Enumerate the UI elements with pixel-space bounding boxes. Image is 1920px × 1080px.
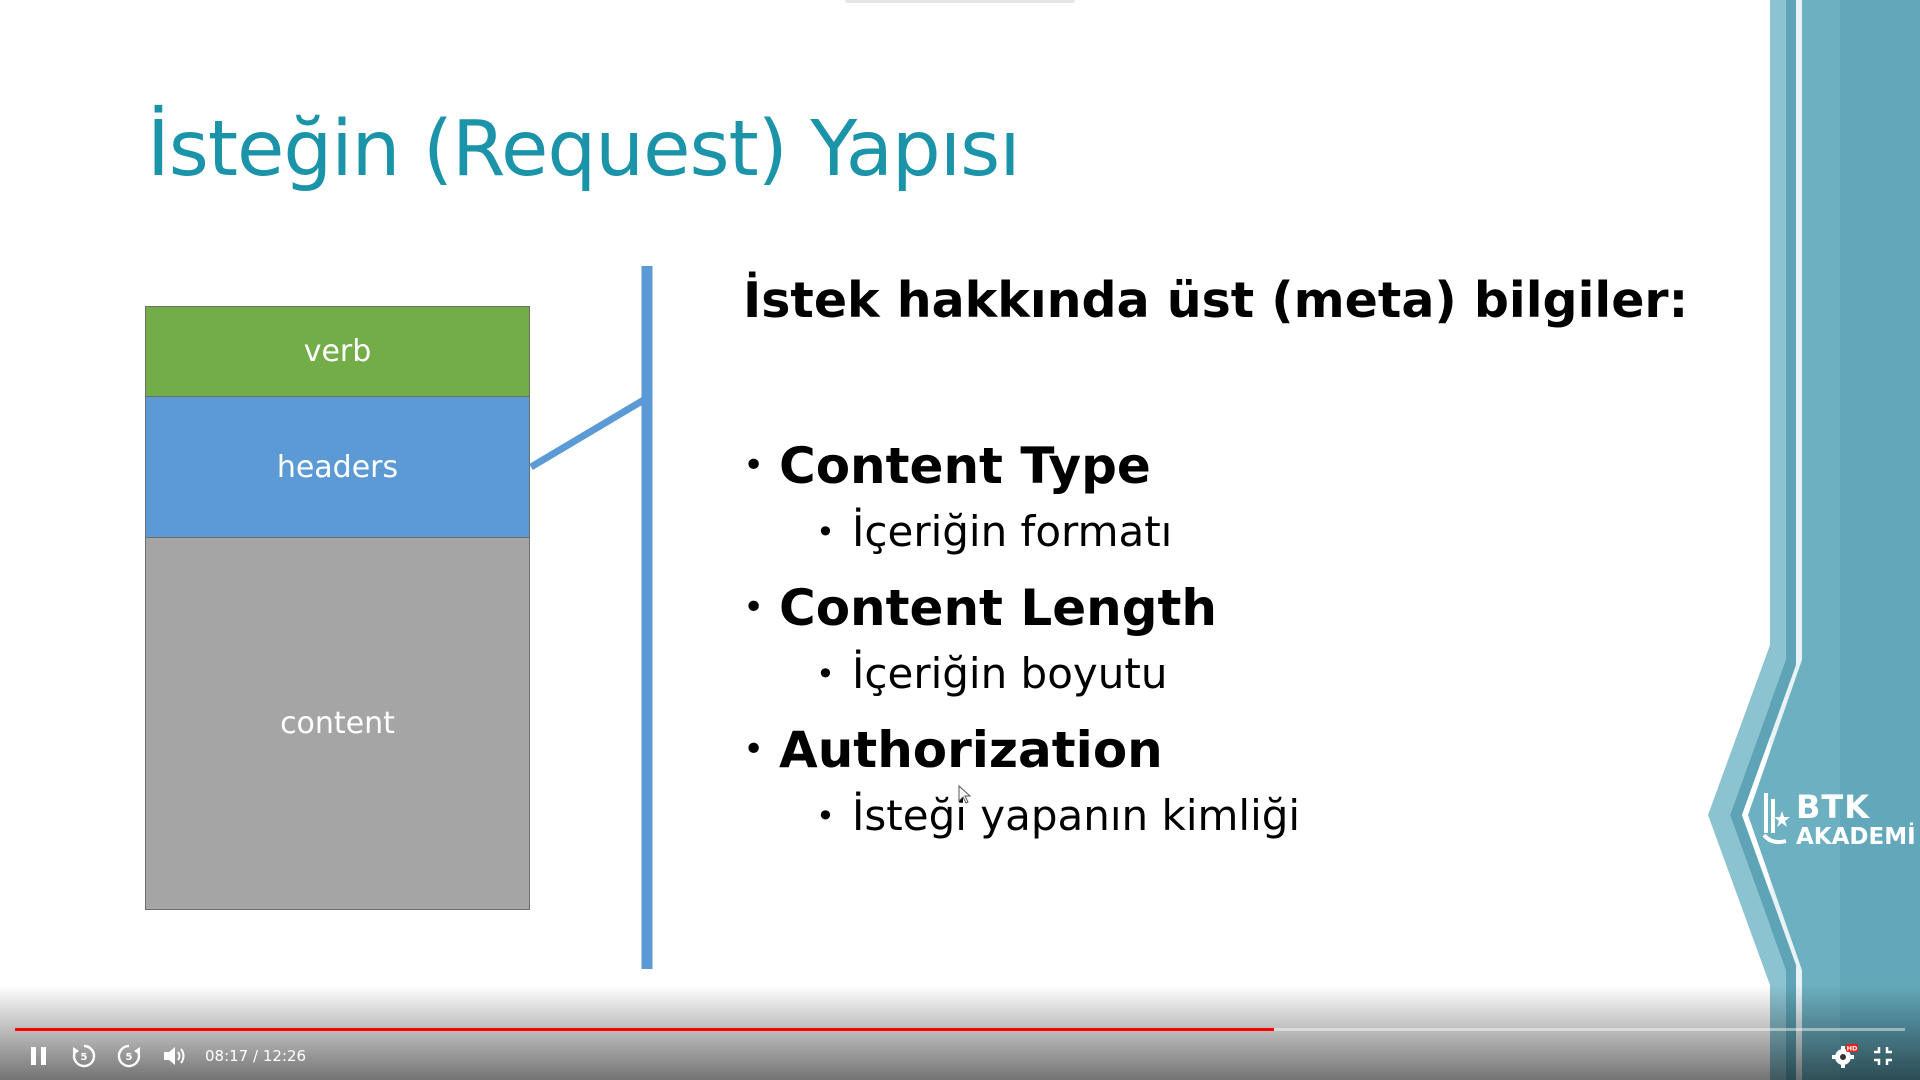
settings-button[interactable]: HD [1826,1040,1862,1072]
forward-5-icon: 5 [117,1044,141,1068]
volume-button[interactable] [158,1040,192,1072]
svg-text:5: 5 [81,1052,88,1063]
list-item-content-length: Content Length [743,572,1300,644]
header-list: Content Type İçeriğin formatı Content Le… [743,430,1300,856]
rewind-button[interactable]: 5 [67,1040,101,1072]
verb-segment: verb [145,306,530,396]
pause-button[interactable] [22,1040,56,1072]
exit-fullscreen-icon [1874,1047,1892,1065]
sub-item-content-size: İçeriğin boyutu [743,644,1300,714]
player-controls [0,985,1920,1080]
forward-button[interactable]: 5 [112,1040,146,1072]
settings-icon: HD [1832,1044,1858,1068]
rewind-5-icon: 5 [72,1044,96,1068]
sub-item-content-format: İçeriğin formatı [743,502,1300,572]
logo-text-akademi: AKADEMİ [1796,824,1916,850]
slide: İsteğin (Request) Yapısı verb headers co… [0,0,1920,1080]
content-segment: content [145,537,530,910]
btk-logo-mark-icon [1762,793,1790,845]
svg-text:5: 5 [126,1052,133,1063]
headers-segment: headers [145,396,530,537]
progress-bar[interactable] [15,1028,1905,1031]
mouse-cursor-icon [958,785,972,804]
brand-chevron [1708,0,1920,1080]
svg-text:HD: HD [1847,1045,1858,1053]
logo-text-btk: BTK [1796,788,1871,826]
progress-bar-played [15,1028,1274,1031]
list-item-authorization: Authorization [743,714,1300,786]
time-display: 08:17 / 12:26 [205,1047,307,1065]
sub-item-requester-identity: İsteği yapanın kimliği [743,786,1300,856]
connector-line [529,394,649,471]
meta-heading: İstek hakkında üst (meta) bilgiler: [743,272,1689,329]
volume-icon [164,1047,185,1065]
list-item-content-type: Content Type [743,430,1300,502]
exit-fullscreen-button[interactable] [1866,1040,1900,1072]
pause-icon [31,1047,46,1065]
request-structure-diagram: verb headers content [145,306,530,910]
